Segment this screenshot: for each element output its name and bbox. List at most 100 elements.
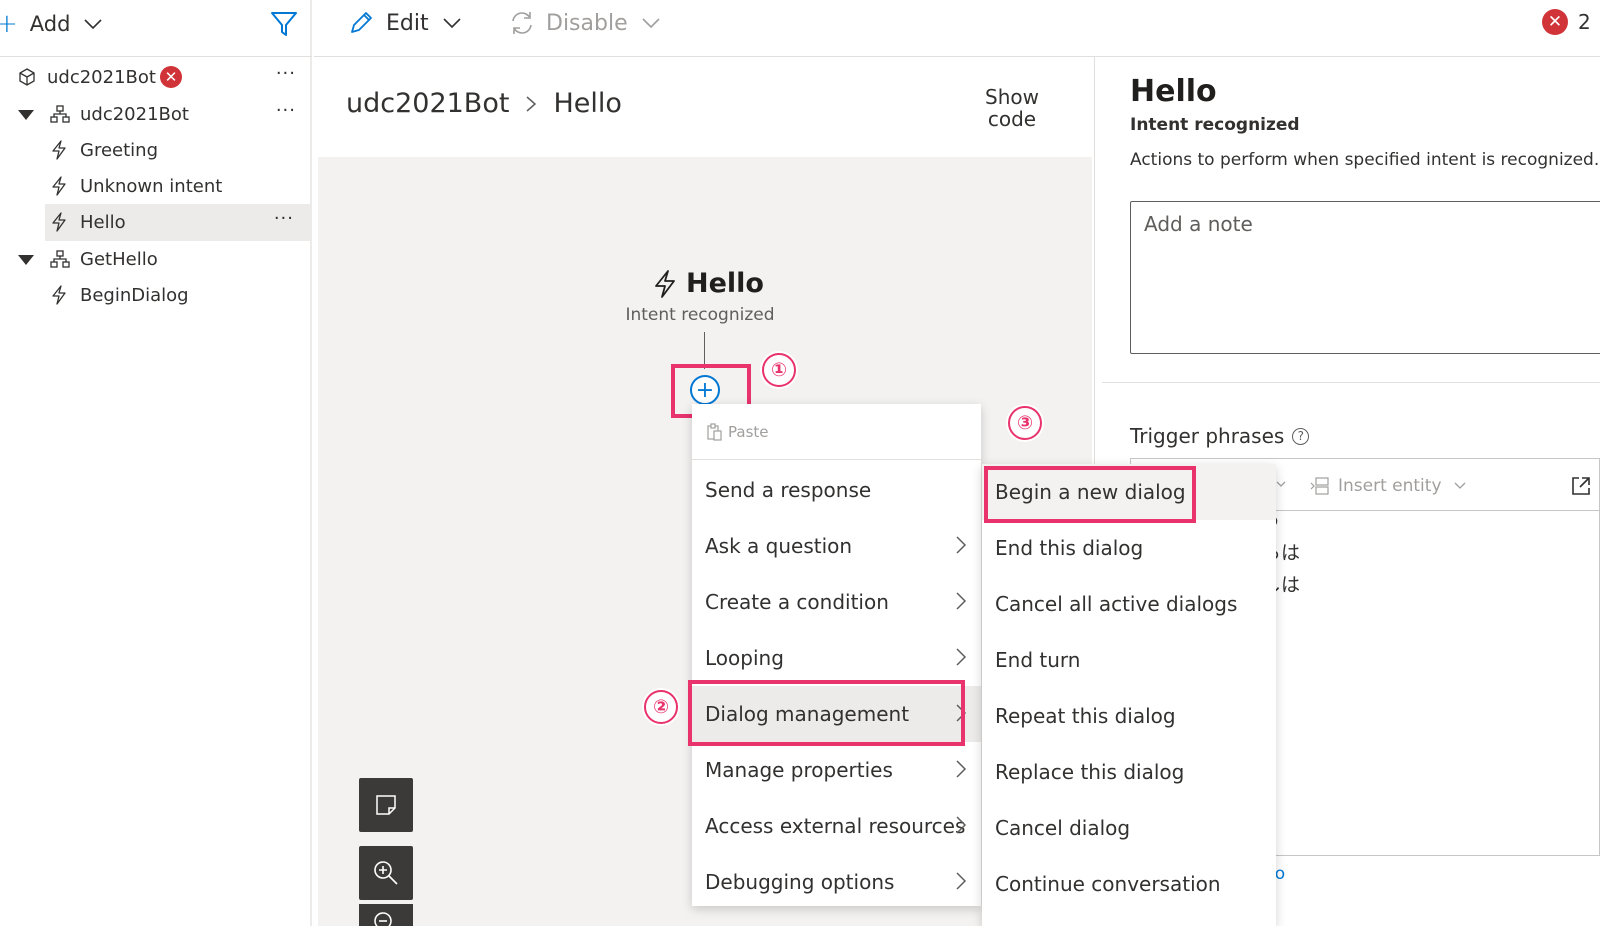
menu-item-label: Create a condition [705, 590, 889, 614]
paste-label: Paste [728, 422, 769, 441]
submenu-item-label: Cancel all active dialogs [995, 592, 1238, 616]
error-count-button[interactable]: ✕ 2 [1542, 9, 1591, 35]
breadcrumb: udc2021Bot Hello [346, 88, 622, 119]
edit-button[interactable]: Edit [348, 6, 461, 40]
error-badge-icon: ✕ [160, 66, 182, 88]
error-icon: ✕ [1542, 9, 1568, 35]
sidebar: + Add udc2021Bot ✕ ··· udc2021Bot ··· Gr… [0, 0, 312, 926]
menu-item-access-external-resources[interactable]: Access external resources [692, 798, 981, 854]
chevron-right-icon [526, 95, 537, 112]
panel-description: Actions to perform when specified intent… [1130, 150, 1600, 170]
panel-title: Hello [1130, 74, 1217, 109]
caret-down-icon[interactable] [18, 110, 34, 120]
submenu-item-repeat-dialog[interactable]: Repeat this dialog [982, 688, 1276, 744]
tree-item-label: GetHello [80, 249, 158, 270]
show-code-button[interactable]: Show code [972, 86, 1052, 130]
disable-button[interactable]: Disable [508, 6, 660, 40]
dialog-management-submenu: Begin a new dialog End this dialog Cance… [982, 464, 1276, 926]
insert-entity-icon [1310, 477, 1329, 495]
tree-item-label: Hello [80, 212, 126, 233]
insert-entity-button[interactable]: Insert entity [1310, 476, 1466, 496]
error-count: 2 [1578, 10, 1591, 34]
lightning-icon [52, 285, 66, 305]
chevron-down-icon [642, 18, 660, 29]
lightning-icon [655, 269, 675, 298]
tree-item-dialog-gethello[interactable]: GetHello [0, 241, 312, 278]
lightning-icon [52, 140, 66, 160]
trigger-phrases-text: Trigger phrases [1130, 424, 1285, 448]
dropdown-fragment-icon [1276, 474, 1286, 494]
menu-item-label: Manage properties [705, 758, 893, 782]
menu-item-create-condition[interactable]: Create a condition [692, 574, 981, 630]
menu-item-label: Send a response [705, 478, 872, 502]
add-button[interactable]: + Add [0, 8, 103, 40]
more-options-icon[interactable]: ··· [274, 204, 294, 241]
breadcrumb-item-dialog[interactable]: udc2021Bot [346, 88, 509, 119]
chevron-right-icon [956, 592, 967, 610]
chevron-right-icon [956, 872, 967, 890]
node-title-label: Hello [686, 268, 764, 299]
annotation-marker: ① [762, 353, 796, 387]
submenu-item-label: Repeat this dialog [995, 704, 1176, 728]
help-icon[interactable]: ? [1292, 427, 1310, 445]
menu-item-looping[interactable]: Looping [692, 630, 981, 686]
tree-item-greeting[interactable]: Greeting [0, 132, 312, 169]
dialog-icon [50, 250, 70, 268]
chevron-down-icon [443, 18, 461, 29]
menu-item-label: Looping [705, 646, 784, 670]
submenu-item-end-dialog[interactable]: End this dialog [982, 520, 1276, 576]
edit-label: Edit [386, 10, 429, 36]
node-subtitle: Intent recognized [625, 305, 775, 325]
tree-item-dialog-udc2021bot[interactable]: udc2021Bot ··· [0, 96, 312, 133]
paste-menu-item: Paste [692, 404, 981, 460]
expand-icon[interactable] [1570, 475, 1592, 497]
submenu-item-continue-conversation[interactable]: Continue conversation [982, 856, 1276, 912]
submenu-item-replace-dialog[interactable]: Replace this dialog [982, 744, 1276, 800]
submenu-item-label: End turn [995, 648, 1081, 672]
chevron-down-icon [84, 19, 103, 30]
node-title[interactable]: Hello [652, 268, 764, 299]
add-label: Add [29, 12, 71, 36]
menu-item-label: Ask a question [705, 534, 853, 558]
disable-label: Disable [546, 10, 628, 36]
tree-item-hello[interactable]: Hello ··· [45, 204, 310, 241]
annotation-marker: ③ [1008, 406, 1042, 440]
filter-icon[interactable] [270, 10, 298, 38]
bot-icon [19, 68, 35, 86]
lightning-icon [52, 176, 66, 196]
menu-item-ask-question[interactable]: Ask a question [692, 518, 981, 574]
submenu-item-end-turn[interactable]: End turn [982, 632, 1276, 688]
panel-divider [1102, 382, 1600, 383]
zoom-in-button[interactable] [359, 846, 413, 900]
tree-item-bot-project[interactable]: udc2021Bot ✕ ··· [0, 59, 312, 96]
menu-item-label: Debugging options [705, 870, 895, 894]
chevron-right-icon [956, 536, 967, 554]
menu-item-send-response[interactable]: Send a response [692, 462, 981, 518]
panel-subtitle: Intent recognized [1130, 115, 1300, 135]
more-options-icon[interactable]: ··· [276, 96, 296, 133]
top-toolbar: Edit Disable ✕ 2 [314, 0, 1600, 57]
highlight-box-dialog-management [688, 680, 965, 746]
dialog-icon [50, 105, 70, 123]
menu-item-manage-properties[interactable]: Manage properties [692, 742, 981, 798]
submenu-item-label: End this dialog [995, 536, 1144, 560]
insert-entity-label: Insert entity [1338, 476, 1442, 496]
tree-item-begindialog[interactable]: BeginDialog [0, 277, 312, 314]
pencil-icon [351, 12, 372, 33]
more-options-icon[interactable]: ··· [276, 59, 296, 96]
tree-item-label: udc2021Bot [80, 104, 189, 125]
chevron-right-icon [956, 816, 967, 834]
zoom-out-button[interactable] [359, 904, 413, 926]
tree-item-unknown-intent[interactable]: Unknown intent [0, 168, 312, 205]
add-note-field[interactable]: Add a note [1130, 201, 1600, 354]
submenu-item-label: Cancel dialog [995, 816, 1131, 840]
fit-screen-icon [376, 795, 396, 815]
trigger-phrases-label: Trigger phrases ? [1130, 424, 1310, 448]
fit-to-screen-button[interactable] [359, 778, 413, 832]
submenu-item-cancel-all-dialogs[interactable]: Cancel all active dialogs [982, 576, 1276, 632]
caret-down-icon[interactable] [18, 255, 34, 265]
plus-icon: + [0, 9, 18, 39]
submenu-item-cancel-dialog[interactable]: Cancel dialog [982, 800, 1276, 856]
breadcrumb-item-trigger[interactable]: Hello [553, 88, 621, 119]
menu-item-debugging-options[interactable]: Debugging options [692, 854, 981, 910]
